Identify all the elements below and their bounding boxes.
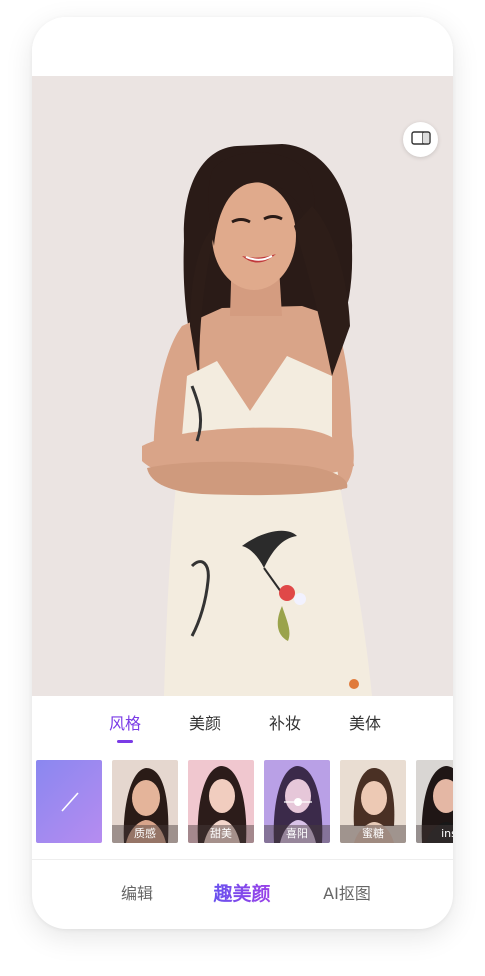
- nav-fun-beauty[interactable]: 趣美颜: [197, 881, 287, 907]
- tab-makeup-label: 补妆: [268, 714, 301, 733]
- tab-style-label: 风格: [108, 714, 141, 733]
- bottom-divider: [32, 859, 453, 860]
- filter-label: 蜜糖: [340, 825, 406, 843]
- filter-label: 质感: [112, 825, 178, 843]
- style-tabs: 风格 美颜 补妆 美体: [32, 713, 453, 747]
- status-bar-area: [32, 17, 453, 76]
- filter-strip[interactable]: 质感 甜美 喜阳 蜜糖 in: [32, 760, 453, 844]
- tab-body-label: 美体: [348, 714, 381, 733]
- tab-body[interactable]: 美体: [335, 713, 395, 735]
- filter-none[interactable]: [36, 760, 102, 843]
- filter-label: 甜美: [188, 825, 254, 843]
- filter-joy[interactable]: 喜阳: [264, 760, 330, 843]
- nav-ai-cutout[interactable]: AI抠图: [302, 881, 392, 907]
- filter-sweet[interactable]: 甜美: [188, 760, 254, 843]
- filter-texture[interactable]: 质感: [112, 760, 178, 843]
- tab-beauty-label: 美颜: [188, 714, 221, 733]
- phone-frame: 风格 美颜 补妆 美体 质感 甜美 喜阳 蜜糖 in 编辑 趣美颜 AI抠图: [32, 17, 453, 929]
- nav-edit[interactable]: 编辑: [92, 881, 182, 907]
- bottom-nav: 编辑 趣美颜 AI抠图: [32, 867, 453, 927]
- filter-honey[interactable]: 蜜糖: [340, 760, 406, 843]
- filter-label: 喜阳: [264, 825, 330, 843]
- tab-active-indicator: [117, 740, 133, 743]
- filter-ins[interactable]: ins: [416, 760, 453, 843]
- photo-preview[interactable]: [32, 76, 453, 696]
- tab-makeup[interactable]: 补妆: [255, 713, 315, 735]
- filter-label: ins: [416, 825, 453, 843]
- tab-beauty[interactable]: 美颜: [175, 713, 235, 735]
- tab-style[interactable]: 风格: [95, 713, 155, 743]
- compare-icon: [410, 130, 431, 149]
- compare-button[interactable]: [403, 122, 438, 157]
- none-slash-icon: [36, 792, 102, 843]
- portrait-image: [32, 76, 453, 696]
